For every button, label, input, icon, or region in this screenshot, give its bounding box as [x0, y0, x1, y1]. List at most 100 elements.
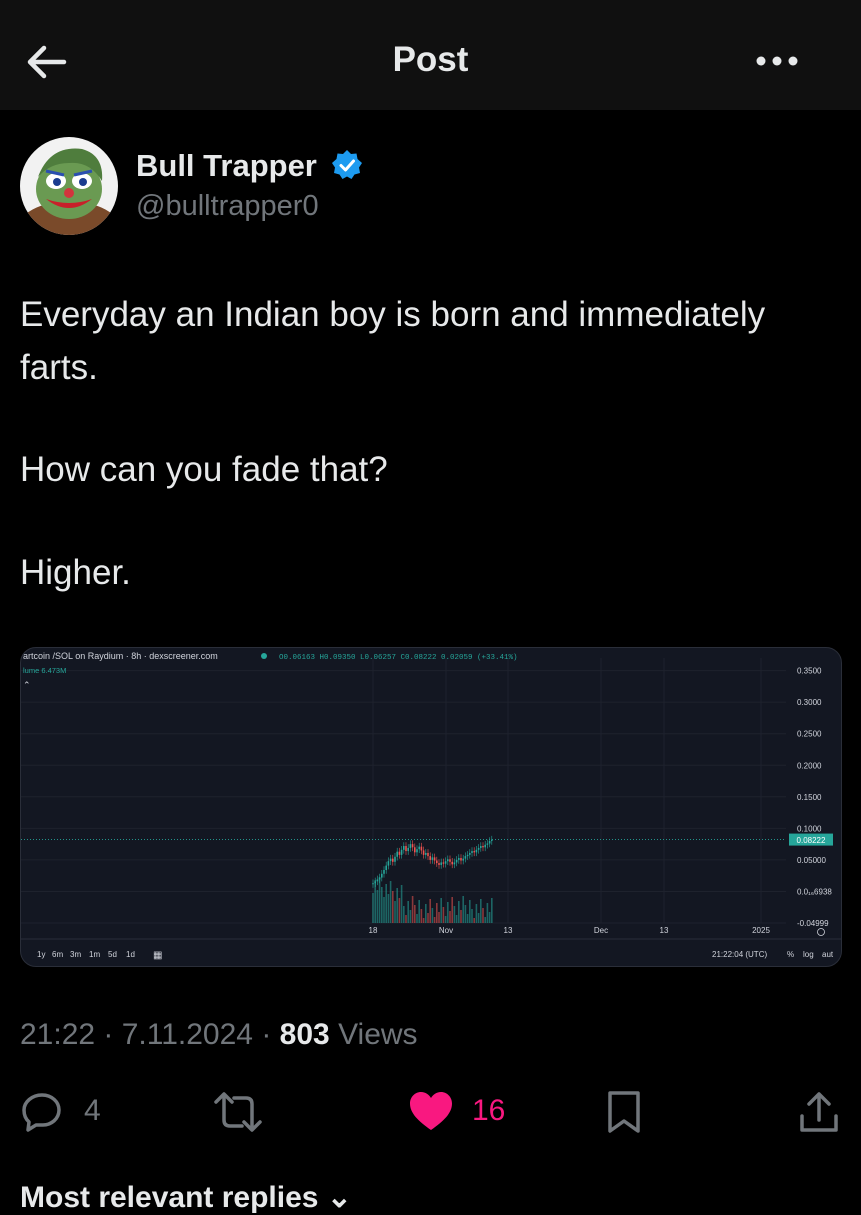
x-tick-label: Nov: [439, 926, 453, 935]
repost-button[interactable]: [212, 1090, 264, 1134]
candle-body: [389, 858, 392, 862]
author-handle[interactable]: @bulltrapper0: [136, 190, 319, 223]
candle-body: [451, 861, 453, 865]
volume-bar: [394, 901, 396, 923]
candle-body: [405, 846, 407, 852]
range-button: 1y: [37, 950, 45, 959]
volume-bar: [422, 918, 425, 923]
like-button[interactable]: [408, 1090, 454, 1134]
volume-bar: [475, 904, 478, 923]
volume-bar: [440, 898, 442, 923]
volume-bar: [414, 905, 416, 923]
volume-bar: [383, 897, 385, 923]
views-label: Views: [338, 1018, 418, 1051]
x-tick-label: 13: [504, 926, 513, 935]
volume-bar: [405, 915, 407, 923]
candle-body: [444, 861, 447, 864]
volume-bar: [403, 906, 405, 923]
volume-bar: [396, 888, 398, 923]
candle-body: [469, 852, 471, 855]
candle-body: [383, 870, 385, 874]
candle-body: [381, 873, 383, 878]
tweet-text-line: Higher.: [20, 553, 131, 592]
reply-button[interactable]: [20, 1090, 64, 1134]
post-meta: 21:22 · 7.11.2024 · 803 Views: [20, 1018, 418, 1051]
candle-body: [420, 846, 423, 851]
volume-bar: [378, 877, 381, 923]
like-count: 16: [472, 1094, 506, 1127]
volume-bar: [453, 906, 456, 923]
candle-body: [431, 857, 434, 860]
chart-image[interactable]: artcoin /SOL on Raydium · 8h · dexscreen…: [20, 647, 842, 967]
reply-count: 4: [84, 1094, 101, 1127]
candle-body: [471, 851, 473, 853]
candle-body: [376, 879, 379, 882]
scale-option: aut: [822, 950, 834, 959]
range-button: 1m: [89, 950, 100, 959]
candle-body: [464, 856, 467, 859]
replies-sort-heading[interactable]: Most relevant replies ⌄: [20, 1180, 352, 1215]
calendar-icon: ▦: [153, 950, 162, 961]
range-button: 5d: [108, 950, 117, 959]
range-button: 6m: [52, 950, 63, 959]
volume-bar: [488, 912, 491, 923]
volume-bar: [455, 915, 458, 923]
candle-body: [374, 881, 376, 884]
ohlc-label: O0.06163 H0.09350 L0.06257 C0.08222 0.02…: [279, 654, 518, 662]
candle-body: [447, 859, 449, 862]
y-tick-label: 0.2000: [797, 761, 822, 770]
candle-body: [449, 859, 451, 862]
volume-bar: [418, 900, 420, 923]
volume-bar: [482, 908, 484, 923]
post-date: 7.11.2024: [121, 1018, 253, 1051]
price-chart: artcoin /SOL on Raydium · 8h · dexscreen…: [21, 651, 841, 961]
author-display-name[interactable]: Bull Trapper: [136, 148, 317, 184]
volume-bar: [376, 890, 379, 923]
candle-body: [409, 844, 412, 848]
volume-bar: [385, 884, 387, 923]
volume-bar: [460, 910, 462, 923]
tweet-text-line: farts.: [20, 348, 98, 387]
range-button: 3m: [70, 950, 81, 959]
volume-bar: [372, 893, 374, 923]
x-tick-label: Dec: [594, 926, 608, 935]
avatar[interactable]: [20, 137, 118, 235]
post-time: 21:22: [20, 1018, 96, 1051]
candle-body: [460, 858, 462, 861]
candle-body: [387, 861, 390, 866]
y-tick-label: 0.2500: [797, 730, 822, 739]
x-tick-label: 18: [369, 926, 378, 935]
y-tick-label: 0.3500: [797, 667, 822, 676]
share-button[interactable]: [798, 1090, 840, 1134]
replies-heading-label: Most relevant replies: [20, 1181, 319, 1214]
volume-bar: [471, 909, 473, 923]
volume-bar: [431, 908, 434, 923]
volume-bar: [387, 894, 390, 923]
y-tick-label: 0.0₁₆6938: [797, 887, 832, 896]
candle-body: [407, 847, 409, 852]
candle-body: [422, 850, 425, 855]
more-options-icon[interactable]: [752, 46, 802, 76]
views-count: 803: [279, 1018, 330, 1051]
volume-bar: [484, 917, 486, 923]
volume-bar: [433, 917, 436, 923]
volume-bar: [458, 901, 460, 923]
volume-bar: [392, 891, 394, 923]
candle-body: [425, 852, 427, 855]
y-tick-label: 0.3000: [797, 698, 822, 707]
candle-body: [392, 858, 394, 862]
chevron-down-icon: ⌄: [326, 1181, 352, 1214]
candle-body: [473, 851, 475, 853]
tweet-text-line: Everyday an Indian boy is born and immed…: [20, 295, 766, 334]
y-tick-label: 0.1000: [797, 824, 822, 833]
volume-bar: [427, 913, 429, 923]
volume-bar: [480, 899, 482, 923]
candle-body: [491, 839, 493, 841]
volume-bar: [462, 896, 464, 923]
y-tick-label: -0.04999: [797, 919, 829, 928]
bookmark-button[interactable]: [606, 1090, 642, 1134]
y-tick-label: 0.05000: [797, 856, 826, 865]
top-bar: Post: [0, 0, 861, 110]
range-button: 1d: [126, 950, 135, 959]
share-icon: [800, 1092, 838, 1132]
